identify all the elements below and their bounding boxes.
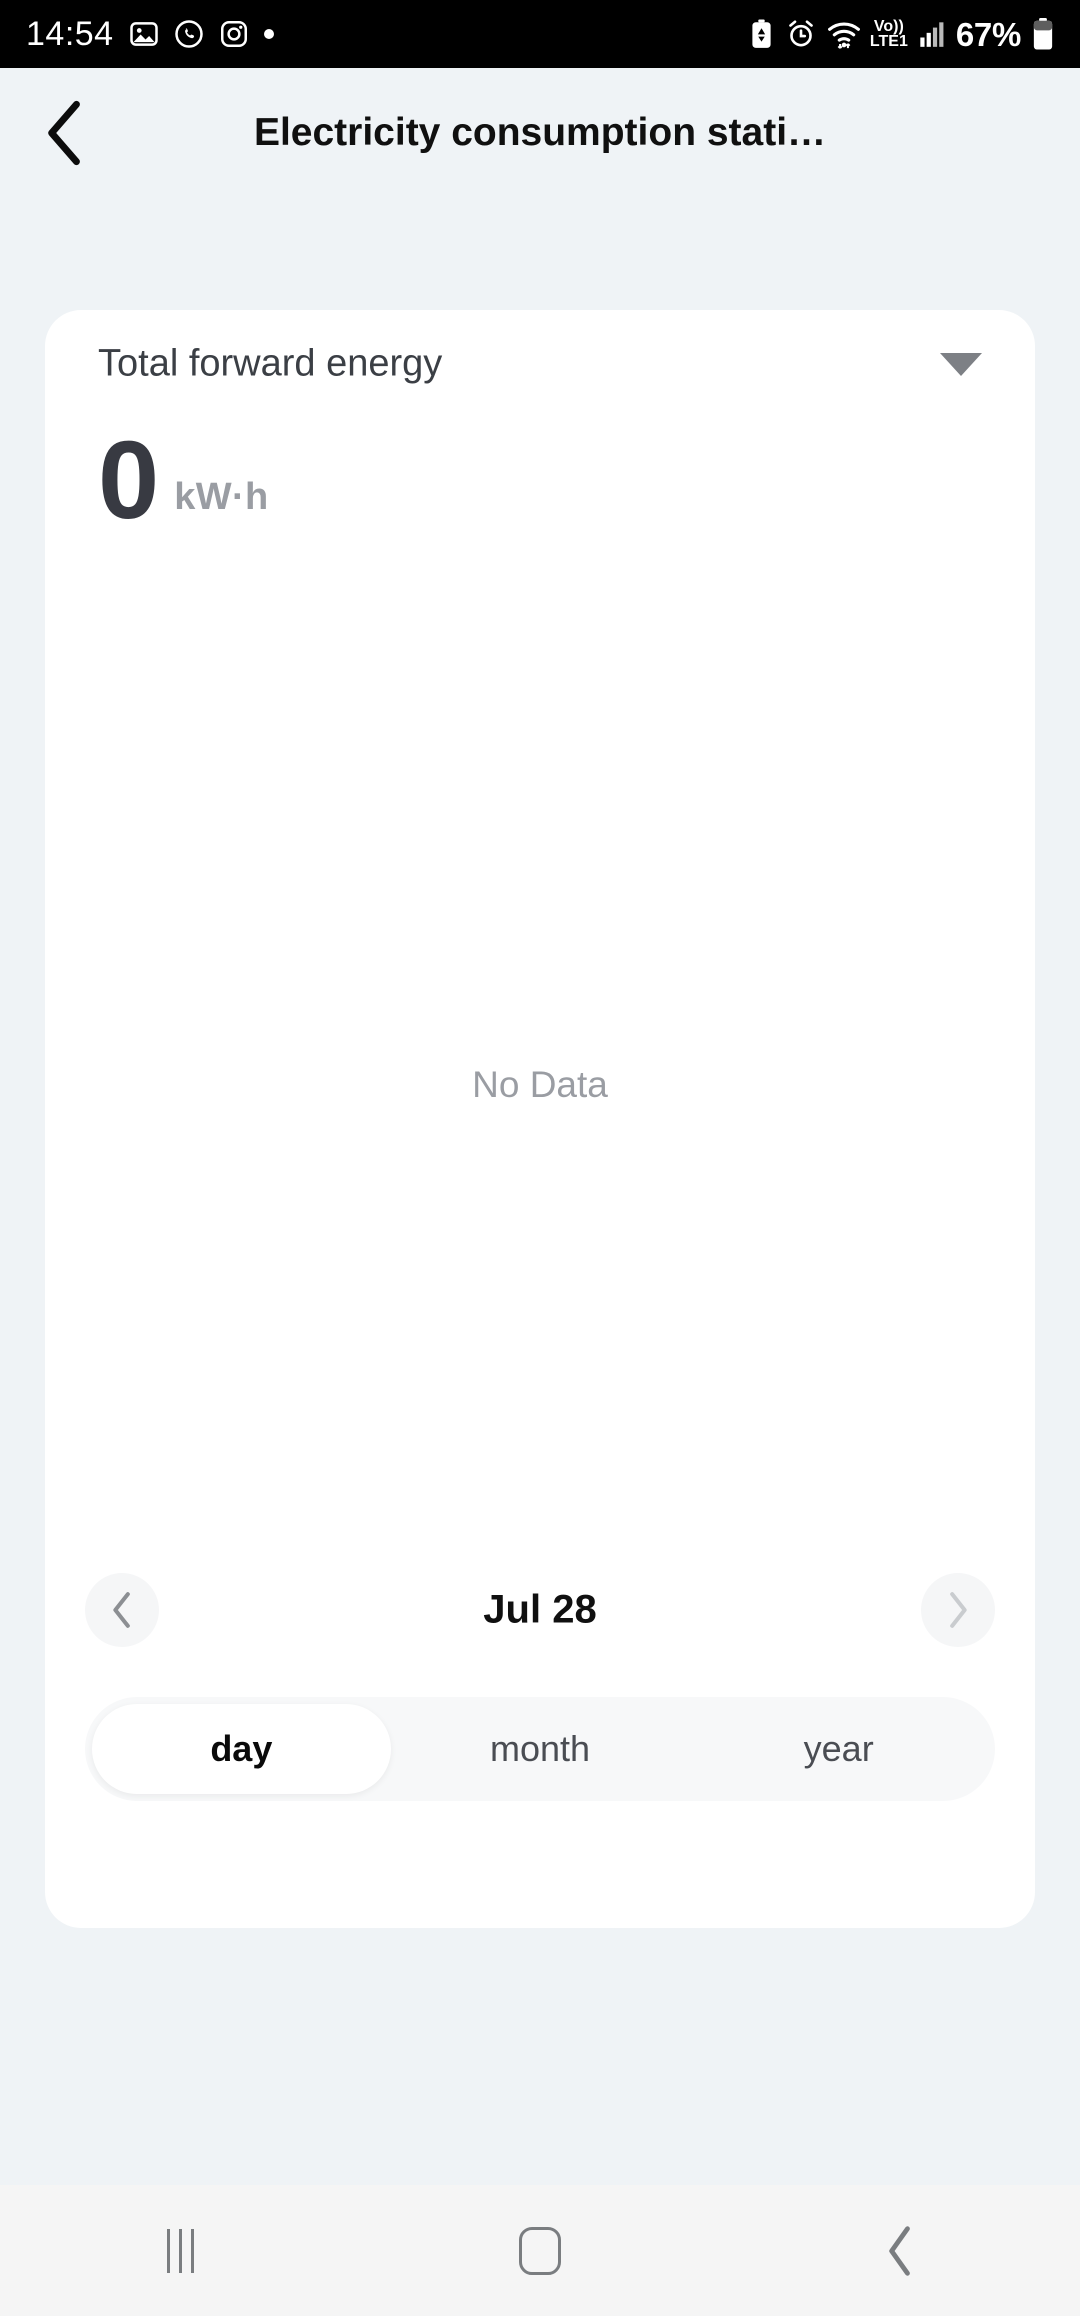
date-navigator: Jul 28	[45, 1550, 1035, 1670]
volte-label-top: Vo))	[873, 17, 904, 35]
total-value: 0	[98, 419, 159, 542]
next-date-button[interactable]	[921, 1573, 995, 1647]
range-tab-year-label: year	[803, 1728, 874, 1769]
back-icon	[889, 2225, 910, 2276]
total-value-row: 0 kW·h	[98, 419, 269, 542]
app-bar: Electricity consumption stati…	[0, 68, 1080, 198]
chevron-down-icon[interactable]	[929, 332, 993, 396]
recents-icon	[166, 2228, 194, 2273]
card-header: Total forward energy	[45, 310, 1035, 418]
back-chevron-icon	[48, 100, 80, 166]
status-time: 14:54	[26, 15, 114, 53]
wifi-icon	[827, 19, 861, 49]
previous-date-button[interactable]	[85, 1573, 159, 1647]
page-title: Electricity consumption stati…	[253, 111, 827, 154]
range-tab-month[interactable]: month	[391, 1704, 690, 1794]
range-tab-month-label: month	[489, 1728, 591, 1769]
whatsapp-icon	[174, 19, 204, 49]
home-button[interactable]	[360, 2185, 720, 2316]
chevron-left-icon	[113, 1592, 130, 1628]
home-icon	[519, 2226, 561, 2275]
battery-icon	[1032, 18, 1054, 50]
app-back-button[interactable]	[26, 94, 104, 172]
volte-icon: Vo)) LTE1	[869, 17, 908, 50]
dot-indicator-icon	[263, 29, 274, 39]
range-tab-day-label: day	[210, 1728, 273, 1769]
range-segmented-control: day month year	[85, 1697, 995, 1801]
total-value-unit: kW·h	[174, 476, 269, 519]
phone-screen: 14:54 Vo)) LTE1 67% Electricity consumpt…	[0, 0, 1080, 2316]
gallery-icon	[129, 19, 159, 49]
range-tab-year[interactable]: year	[689, 1704, 988, 1794]
chevron-right-icon	[950, 1592, 967, 1628]
alarm-icon	[786, 19, 816, 49]
chart-empty-state: No Data	[472, 1064, 608, 1105]
status-bar-left: 14:54	[26, 17, 274, 51]
system-back-button[interactable]	[720, 2185, 1080, 2316]
battery-saver-icon	[748, 19, 775, 49]
status-bar-right: Vo)) LTE1 67%	[748, 18, 1054, 51]
current-date-label: Jul 28	[483, 1587, 597, 1632]
volte-label-bottom: LTE1	[869, 33, 908, 50]
range-tab-day[interactable]: day	[92, 1704, 391, 1794]
battery-percent-label: 67%	[955, 15, 1021, 53]
energy-statistics-card: Total forward energy 0 kW·h No Data Jul …	[45, 310, 1035, 1928]
signal-icon	[919, 20, 945, 48]
metric-selector-label[interactable]: Total forward energy	[98, 343, 442, 386]
chart-area: No Data	[45, 610, 1035, 1560]
instagram-icon	[219, 19, 249, 49]
status-bar: 14:54 Vo)) LTE1 67%	[0, 0, 1080, 68]
recents-button[interactable]	[0, 2185, 360, 2316]
android-navigation-bar	[0, 2185, 1080, 2316]
